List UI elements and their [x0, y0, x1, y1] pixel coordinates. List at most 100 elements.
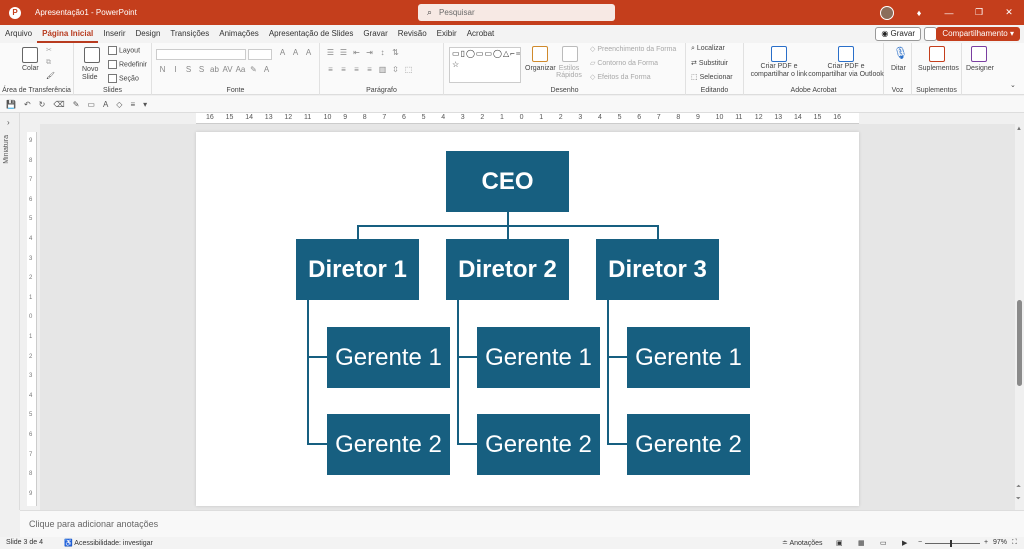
new-slide-qat-icon[interactable]: ▭ — [87, 100, 95, 109]
shape-effects-button[interactable]: ◇ Efeitos da Forma — [590, 73, 651, 81]
addins-button[interactable]: Suplementos — [918, 65, 959, 72]
fit-slide-icon[interactable]: ⛶ — [1012, 539, 1017, 547]
addins-icon[interactable] — [929, 46, 945, 62]
slide[interactable]: CEO Diretor 1 Diretor 2 Diretor 3 Gerent… — [196, 132, 859, 506]
case-icon[interactable]: Aa — [234, 65, 247, 74]
dictate-button[interactable]: Ditar — [891, 65, 906, 72]
italic-icon[interactable]: I — [169, 65, 182, 74]
strikethrough-icon[interactable]: S — [195, 65, 208, 74]
tab-acrobat[interactable]: Acrobat — [462, 25, 500, 43]
new-slide-button[interactable]: Novo Slide — [82, 66, 106, 82]
font-color-icon[interactable]: A — [260, 65, 273, 74]
director-1-box[interactable]: Diretor 1 — [296, 239, 419, 300]
save-icon[interactable]: 💾 — [6, 100, 16, 109]
shrink-font-icon[interactable]: A — [289, 48, 302, 57]
shape-fill-button[interactable]: ◇ Preenchimento da Forma — [590, 45, 676, 53]
arrange-button[interactable]: Organizar — [525, 65, 556, 72]
manager-2-1-box[interactable]: Gerente 1 — [477, 327, 600, 388]
shadow-icon[interactable]: ab — [208, 65, 221, 74]
undo-icon[interactable]: ↶ — [24, 100, 31, 109]
collapse-ribbon-icon[interactable]: ⌄ — [1010, 81, 1016, 89]
align-right-icon[interactable]: ≡ — [350, 65, 363, 74]
text-direction-icon[interactable]: ⇅ — [389, 48, 402, 57]
director-2-box[interactable]: Diretor 2 — [446, 239, 569, 300]
zoom-level[interactable]: 97% — [993, 539, 1007, 546]
manager-3-2-box[interactable]: Gerente 2 — [627, 414, 750, 475]
align-left-icon[interactable]: ≡ — [324, 65, 337, 74]
shape-qat-icon[interactable]: ◇ — [116, 100, 122, 109]
next-slide-icon[interactable]: ⏷ — [1016, 496, 1021, 503]
numbering-icon[interactable]: ☰ — [337, 48, 350, 57]
align-center-icon[interactable]: ≡ — [337, 65, 350, 74]
pdf-link-icon[interactable] — [771, 46, 787, 62]
layout-button[interactable]: Layout — [108, 46, 140, 55]
find-button[interactable]: ⌕ Localizar — [691, 45, 725, 53]
zoom-slider-thumb[interactable] — [950, 540, 952, 547]
record-button[interactable]: ◉ Gravar — [875, 27, 921, 41]
cut-icon[interactable]: ✂ — [46, 46, 52, 54]
quick-styles-button[interactable]: Estilos Rápidos — [556, 65, 582, 79]
expand-thumbnails-icon[interactable]: › — [7, 118, 10, 127]
microphone-icon[interactable]: 🎙 — [893, 46, 908, 60]
reading-view-icon[interactable]: ▭ — [880, 539, 887, 547]
shape-outline-button[interactable]: ▱ Contorno da Forma — [590, 59, 658, 67]
scroll-up-icon[interactable]: ▲ — [1016, 126, 1022, 132]
slide-sorter-icon[interactable]: ▦ — [858, 539, 865, 547]
paste-button[interactable]: Colar — [22, 65, 39, 72]
tab-design[interactable]: Design — [131, 25, 166, 43]
vertical-scrollbar[interactable]: ▲ ⏶ ⏷ — [1015, 124, 1024, 510]
more-qat-icon[interactable]: ▾ — [143, 100, 147, 109]
share-button[interactable]: Compartilhamento ▾ — [936, 27, 1020, 41]
tab-gravar[interactable]: Gravar — [358, 25, 392, 43]
arrange-icon[interactable] — [532, 46, 548, 62]
font-size-select[interactable] — [248, 49, 272, 60]
smartart-icon[interactable]: ⬚ — [402, 65, 415, 74]
clear-icon[interactable]: ⌫ — [53, 100, 64, 109]
bold-icon[interactable]: N — [156, 65, 169, 74]
underline-icon[interactable]: S — [182, 65, 195, 74]
designer-button[interactable]: Designer — [966, 65, 994, 72]
shapes-gallery[interactable]: ▭▯◯▭▭◯△⌐⇒⇨⇩⬠⊂⊃{}☆ — [449, 47, 521, 83]
quick-styles-icon[interactable] — [562, 46, 578, 62]
tab-pagina-inicial[interactable]: Página Inicial — [37, 25, 99, 43]
notes-pane[interactable]: Clique para adicionar anotações — [20, 510, 1024, 537]
tab-animacoes[interactable]: Animações — [214, 25, 264, 43]
create-pdf-outlook-button[interactable]: Criar PDF e compartilhar via Outlook — [808, 63, 884, 79]
manager-2-2-box[interactable]: Gerente 2 — [477, 414, 600, 475]
avatar[interactable] — [880, 5, 894, 20]
minimize-button[interactable]: — — [934, 8, 964, 18]
font-family-select[interactable] — [156, 49, 246, 60]
section-button[interactable]: Seção — [108, 74, 139, 83]
tab-revisao[interactable]: Revisão — [393, 25, 432, 43]
increase-indent-icon[interactable]: ⇥ — [363, 48, 376, 57]
redo-icon[interactable]: ↻ — [39, 100, 46, 109]
slideshow-icon[interactable]: ▶ — [902, 539, 907, 547]
manager-3-1-box[interactable]: Gerente 1 — [627, 327, 750, 388]
create-pdf-link-button[interactable]: Criar PDF e compartilhar o link — [747, 63, 811, 79]
lightbulb-icon[interactable]: ♦ — [904, 8, 934, 18]
tab-transicoes[interactable]: Transições — [165, 25, 214, 43]
close-button[interactable]: ✕ — [994, 7, 1024, 18]
line-spacing-icon[interactable]: ↕ — [376, 48, 389, 57]
tab-apresentacao[interactable]: Apresentação de Slides — [264, 25, 359, 43]
select-button[interactable]: ⬚ Selecionar — [691, 73, 733, 81]
notes-toggle[interactable]: ≐ Anotações — [782, 539, 823, 547]
decrease-indent-icon[interactable]: ⇤ — [350, 48, 363, 57]
manager-1-2-box[interactable]: Gerente 2 — [327, 414, 450, 475]
font-size-qat-icon[interactable]: A — [103, 100, 108, 109]
scrollbar-thumb[interactable] — [1017, 300, 1022, 386]
align-qat-icon[interactable]: ≡ — [130, 100, 135, 109]
pdf-outlook-icon[interactable] — [838, 46, 854, 62]
format-painter-qat-icon[interactable]: ✎ — [73, 100, 80, 109]
ceo-box[interactable]: CEO — [446, 151, 569, 212]
comments-button[interactable] — [924, 27, 937, 41]
reset-button[interactable]: Redefinir — [108, 60, 147, 69]
tab-arquivo[interactable]: Arquivo — [0, 25, 37, 43]
replace-button[interactable]: ⇄ Substituir — [691, 59, 728, 67]
columns-icon[interactable]: ▥ — [376, 65, 389, 74]
manager-1-1-box[interactable]: Gerente 1 — [327, 327, 450, 388]
align-text-icon[interactable]: ⇳ — [389, 65, 402, 74]
paste-icon[interactable] — [22, 47, 38, 63]
copy-icon[interactable]: ⧉ — [46, 59, 51, 67]
bullets-icon[interactable]: ☰ — [324, 48, 337, 57]
